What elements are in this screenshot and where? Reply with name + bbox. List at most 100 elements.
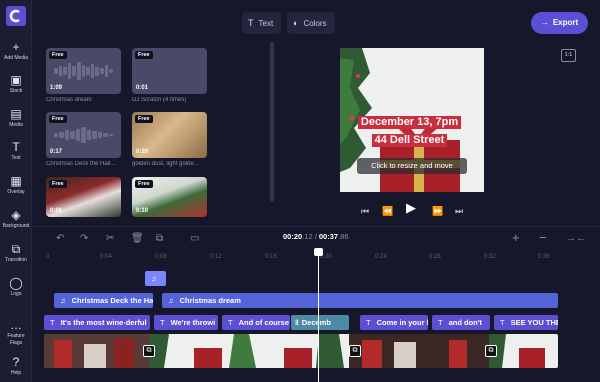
duration-label: 0:01: [136, 85, 149, 91]
overlay-icon: ▦: [10, 174, 22, 188]
text-clip[interactable]: Tand don't: [432, 315, 490, 330]
ruler-tick: 0:32: [484, 254, 496, 260]
media-item-name: Christmas Deck the Hall...: [46, 161, 116, 167]
media-item-name: golden dust, light golde...: [132, 161, 199, 167]
ruler-tick: 0:16: [265, 254, 277, 260]
text-clip[interactable]: T Come in your b: [360, 315, 428, 330]
aspect-ratio-button[interactable]: 1:1: [561, 49, 576, 62]
fit-timeline-icon[interactable]: →←: [566, 233, 586, 244]
nav-stock[interactable]: ▣ Stock: [0, 73, 32, 95]
nav-background[interactable]: ◈ Background: [0, 208, 32, 230]
skip-start-icon[interactable]: ⏮: [361, 206, 369, 216]
library-scrollbar[interactable]: [270, 42, 274, 202]
ruler-tick: 0:36: [538, 254, 550, 260]
background-icon: ◈: [11, 208, 21, 222]
text-icon: T: [160, 318, 165, 327]
media-item-dj-scratch[interactable]: Free 0:01: [132, 48, 207, 94]
media-item-deck-the-halls[interactable]: Free 0:17: [46, 112, 121, 158]
transition-icon[interactable]: ⧉: [349, 345, 361, 357]
help-icon: ?: [12, 355, 20, 369]
media-item-golden-dust[interactable]: Free 0:20: [132, 112, 207, 158]
scissors-icon[interactable]: ✂: [106, 233, 114, 244]
text-icon: T: [50, 318, 55, 327]
nav-text[interactable]: T Text: [0, 140, 32, 162]
rewind-icon[interactable]: ⏪: [382, 206, 393, 216]
nav-logo[interactable]: ◯ Logo: [0, 276, 32, 298]
ruler-tick: 0:28: [429, 254, 441, 260]
text-clip[interactable]: T We're throwi: [154, 315, 218, 330]
video-track[interactable]: [44, 334, 558, 368]
waveform-icon: [54, 126, 113, 144]
media-item-name: Christmas dream: [46, 97, 92, 103]
contrast-icon: ◐: [293, 18, 299, 28]
duration-label: 0:20: [136, 149, 149, 155]
music-clip[interactable]: ♫ Christmas dream: [162, 293, 558, 308]
duplicate-icon[interactable]: ⧉: [156, 233, 163, 244]
media-item-santa-video[interactable]: Free 0:06: [46, 177, 121, 217]
text-icon: T: [12, 140, 20, 154]
skip-end-icon[interactable]: ⏭: [455, 206, 463, 216]
music-note-icon: ♫: [168, 296, 174, 305]
transition-icon[interactable]: ⧉: [485, 345, 497, 357]
app-logo-icon[interactable]: [6, 6, 26, 26]
caption-line-2: 44 Dell Street: [371, 134, 448, 147]
ruler-tick: 0: [46, 254, 50, 260]
ruler-tick: 0:08: [155, 254, 167, 260]
left-sidebar: + Add Media ▣ Stock ▤ Media T Text ▦ Ove…: [0, 0, 32, 382]
playback-timecode: 00:20.12 / 00:37.86: [283, 232, 349, 241]
trash-icon[interactable]: 🗑: [131, 233, 144, 244]
text-clip[interactable]: T And of course: [222, 315, 290, 330]
free-badge: Free: [135, 115, 153, 123]
nav-transition[interactable]: ⧉ Transition: [0, 242, 32, 264]
music-note-icon: ♫: [151, 274, 157, 283]
nav-media[interactable]: ▤ Media: [0, 107, 32, 129]
text-clip[interactable]: T It's the most wine-derful: [44, 315, 150, 330]
colors-button[interactable]: ◐ Colors: [287, 12, 335, 34]
waveform-icon: [54, 62, 113, 80]
zoom-out-icon[interactable]: −: [539, 230, 547, 245]
arrow-right-icon: →: [540, 18, 549, 27]
free-badge: Free: [135, 51, 153, 59]
free-badge: Free: [49, 51, 67, 59]
media-item-name: DJ Scratch (4 times): [132, 97, 187, 103]
text-clip-selected[interactable]: ‖ Decemb: [291, 315, 349, 330]
video-thumbnails: [44, 334, 558, 368]
free-badge: Free: [49, 115, 67, 123]
layers-icon[interactable]: ▭: [190, 233, 199, 244]
playhead-handle[interactable]: [314, 248, 323, 256]
nav-feature-flags[interactable]: … Feature Flags: [0, 318, 32, 347]
redo-icon[interactable]: ↷: [80, 233, 88, 244]
resize-hint: Click to resize and move: [357, 158, 467, 174]
more-icon: …: [10, 318, 22, 332]
text-clip[interactable]: T SEE YOU THE: [494, 315, 558, 330]
music-clip-scratch[interactable]: ♫: [145, 271, 166, 286]
stock-icon: ▣: [10, 73, 22, 87]
text-icon: T: [500, 318, 505, 327]
ruler-tick: 0:24: [375, 254, 387, 260]
nav-add-media[interactable]: + Add Media: [0, 40, 32, 62]
media-item-christmas-dream[interactable]: Free 1:09: [46, 48, 121, 94]
caption-line-1: December 13, 7pm: [357, 116, 462, 129]
nav-overlay[interactable]: ▦ Overlay: [0, 174, 32, 196]
undo-icon[interactable]: ↶: [56, 233, 64, 244]
duration-label: 0:17: [50, 149, 63, 155]
preview-caption[interactable]: December 13, 7pm 44 Dell Street: [347, 112, 472, 148]
video-editor: + Add Media ▣ Stock ▤ Media T Text ▦ Ove…: [0, 0, 600, 382]
text-style-button[interactable]: T Text: [242, 12, 282, 34]
music-clip[interactable]: ♫ Christmas Deck the Ha: [54, 293, 153, 308]
media-item-gift-video[interactable]: Free 0:10: [132, 177, 207, 217]
nav-help[interactable]: ? Help: [0, 355, 32, 377]
zoom-in-icon[interactable]: +: [512, 230, 520, 245]
fast-forward-icon[interactable]: ⏩: [432, 206, 443, 216]
transition-icon: ⧉: [11, 242, 21, 256]
text-icon: T: [228, 318, 233, 327]
ruler-tick: 0:12: [210, 254, 222, 260]
transition-icon[interactable]: ⧉: [143, 345, 155, 357]
ruler-tick: 0:04: [100, 254, 112, 260]
text-icon: T: [366, 318, 371, 327]
playhead[interactable]: [318, 248, 319, 382]
music-note-icon: ♫: [60, 296, 66, 305]
free-badge: Free: [49, 180, 67, 188]
play-icon[interactable]: ▶: [406, 201, 416, 214]
export-button[interactable]: → Export: [531, 12, 588, 34]
